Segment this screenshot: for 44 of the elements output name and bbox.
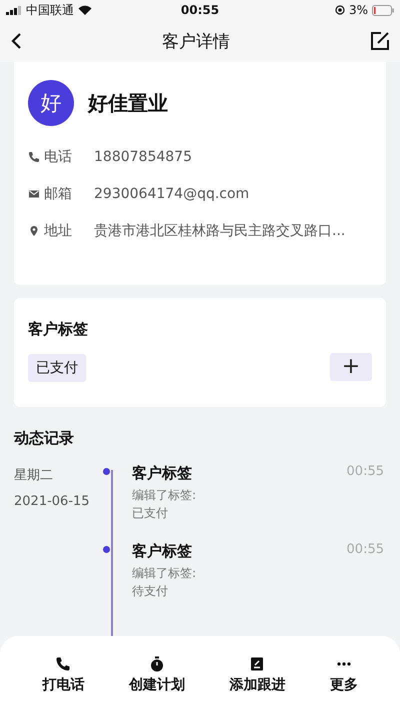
action-button[interactable]: 添加跟进	[223, 636, 292, 711]
carrier-name: 中国联通	[26, 2, 74, 18]
customer-name: 好佳置业	[88, 90, 168, 116]
stopwatch-icon	[148, 656, 165, 672]
action-button[interactable]: 打电话	[36, 636, 90, 711]
entry-value: 待支付	[132, 583, 169, 600]
add-tag-button[interactable]: +	[330, 353, 372, 381]
mail-icon	[28, 188, 40, 200]
entry-title: 客户标签	[132, 542, 192, 561]
tag: 已支付	[28, 354, 86, 382]
date: 2021-06-15	[14, 494, 91, 509]
weekday: 星期二	[14, 467, 54, 484]
timeline-dot	[103, 546, 110, 553]
signal-icon	[6, 6, 22, 14]
note-edit-icon	[249, 656, 266, 672]
field-value: 贵港市港北区桂林路与民主路交叉路口...	[94, 222, 346, 240]
battery-icon	[372, 4, 394, 16]
entry-value: 已支付	[132, 505, 169, 522]
entry-detail: 编辑了标签:	[132, 565, 198, 582]
back-icon[interactable]	[10, 32, 22, 50]
edit-icon[interactable]	[370, 31, 390, 51]
entry-time: 00:55	[346, 542, 384, 559]
entry-detail: 编辑了标签:	[132, 487, 198, 504]
page-title: 客户详情	[162, 30, 230, 52]
timeline-dot	[103, 468, 110, 475]
avatar: 好	[28, 80, 74, 126]
battery-percent: 3%	[348, 3, 368, 17]
field-label: 电话	[44, 148, 73, 166]
field-value: 2930064174@qq.com	[94, 186, 250, 202]
section-title: 动态记录	[14, 429, 75, 448]
location-pin-icon	[28, 224, 40, 236]
action-button[interactable]: 创建计划	[122, 636, 191, 711]
phone-icon	[55, 656, 72, 672]
orientation-lock-icon	[334, 5, 345, 15]
entry-time: 00:55	[346, 464, 384, 481]
wifi-icon	[78, 5, 92, 15]
entry-title: 客户标签	[132, 464, 192, 483]
field-value: 18807854875	[94, 148, 192, 164]
status-time: 00:55	[180, 3, 220, 17]
field-label: 地址	[44, 222, 73, 240]
phone-icon	[28, 150, 40, 162]
card-title: 客户标签	[28, 320, 89, 339]
action-button[interactable]: 更多	[324, 636, 364, 711]
field-label: 邮箱	[44, 184, 73, 202]
